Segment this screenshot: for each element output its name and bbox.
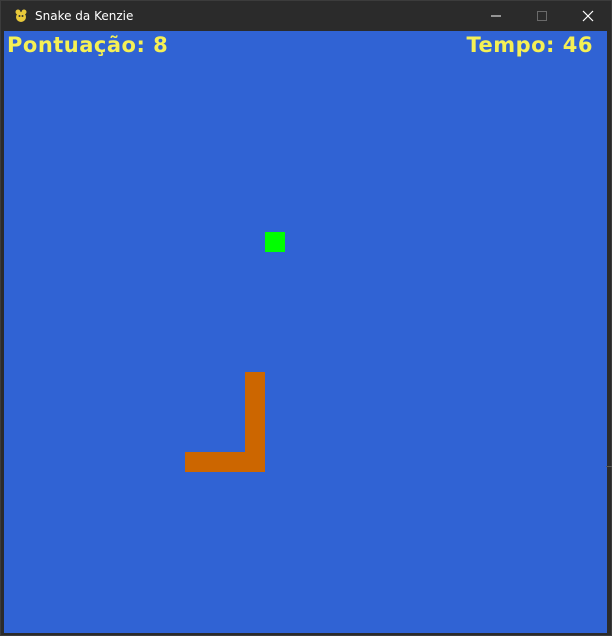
minimize-button[interactable] (473, 1, 519, 31)
game-canvas[interactable]: Pontuação: 8 Tempo: 46 (4, 31, 607, 633)
time-label: Tempo: 46 (466, 33, 593, 57)
close-button[interactable] (565, 1, 611, 31)
window-title: Snake da Kenzie (35, 9, 134, 23)
title-bar[interactable]: Snake da Kenzie (1, 1, 611, 31)
snake-body-horizontal (185, 452, 265, 472)
pygame-snake-icon (13, 8, 29, 24)
background-divider (606, 466, 612, 467)
window-controls (473, 1, 611, 31)
game-window: Snake da Kenzie Pontuação: 8 Tempo: 46 (0, 0, 612, 636)
minimize-icon (491, 11, 501, 21)
food-pellet (265, 232, 285, 252)
maximize-icon (537, 11, 547, 21)
maximize-button[interactable] (519, 1, 565, 31)
score-label: Pontuação: 8 (7, 33, 169, 57)
close-icon (582, 10, 594, 22)
